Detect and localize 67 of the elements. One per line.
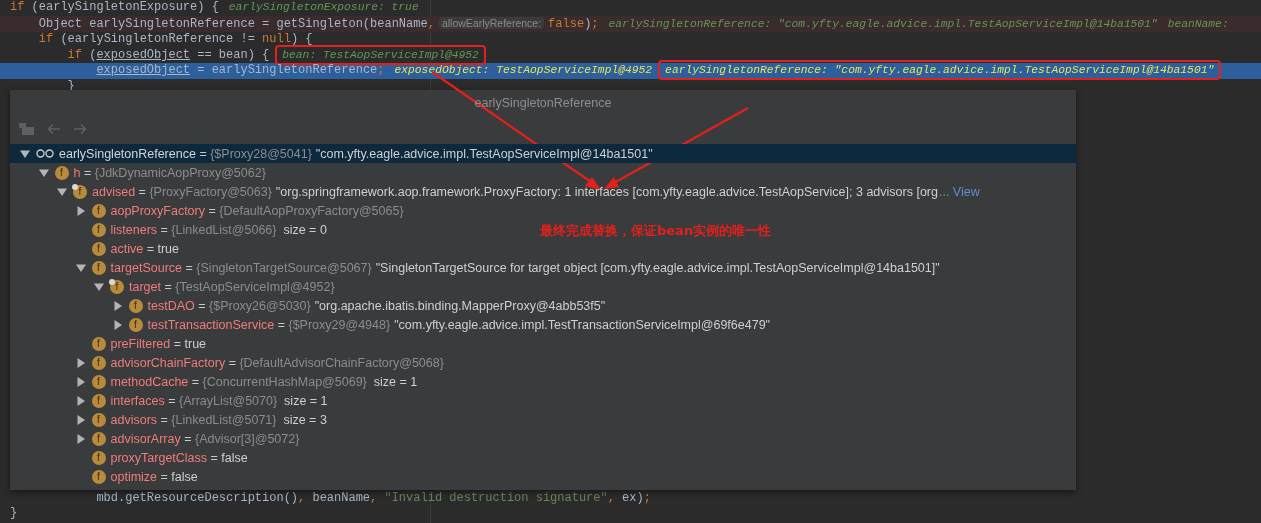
code-text: mbd.getResourceDescription(), beanName, "Invalid destruction signature", ex); [95,490,651,505]
variable-text: methodCache = {ConcurrentHashMap@5069} size = 1 [110,374,418,389]
field-icon: f [91,336,106,351]
variable-text: earlySingletonReference = {$Proxy28@5041} "com.yfty.eagle.advice.impl.TestAopServiceImpl@14ba1501" [59,146,653,161]
variable-text: advised = {ProxyFactory@5063} "org.springframework.aop.framework.ProxyFactory: 1 interfaces [com.yfty.eagle.advice.TestAopService]; 3 advisors [org [92,184,938,199]
variable-text: listeners = {LinkedList@5066} size = 0 [110,222,327,237]
selected-tree-row[interactable]: earlySingletonReference = {$Proxy28@5041} "com.yfty.eagle.advice.impl.TestAopServiceImpl@14ba1501" [10,144,1076,163]
annotation-note: 最终完成替换，保证bean实例的唯一性 [540,222,772,240]
value-hint: bean: TestAopServiceImpl@4952 [275,44,486,65]
value-hint: exposedObject: TestAopServiceImpl@4952 [394,64,653,77]
parameter-hint: allowEarlyReference: [438,16,545,29]
value-hint: earlySingletonExposure: true [228,1,419,13]
code-text: } [10,506,18,521]
field-icon: f [91,469,106,484]
field-icon: f [128,317,143,332]
variable-text: advisorArray = {Advisor[3]@5072} [110,431,300,446]
code-text: false); [548,16,599,31]
variable-text: interfaces = {ArrayList@5070} size = 1 [110,393,328,408]
field-icon: f [73,184,87,199]
field-icon: f [91,260,106,275]
field-icon: f [91,355,106,370]
caret-icon[interactable] [75,357,86,368]
field-icon: f [91,431,106,446]
caret-icon[interactable] [75,205,86,216]
variable-text: active = true [110,241,179,256]
field-icon: f [91,450,106,465]
variable-text: preFiltered = true [110,336,207,351]
field-icon: f [91,393,106,408]
caret-icon[interactable] [112,300,123,311]
field-icon: f [128,298,143,313]
variable-text: optimize = false [110,469,198,484]
variable-text: advisorChainFactory = {DefaultAdvisorChainFactory@5068} [110,355,444,370]
caret-icon[interactable] [75,376,86,387]
code-text: Object earlySingletonReference = getSingleton(beanName, [37,16,435,31]
caret-icon[interactable] [57,186,67,197]
variable-text: h = {JdkDynamicAopProxy@5062} [73,165,266,180]
glasses-icon [36,149,54,158]
variable-text: testDAO = {$Proxy26@5030} "org.apache.ibatis.binding.MapperProxy@4abb53f5" [147,298,606,313]
value-hint: earlySingletonReference: "com.yfty.eagle.advice.impl.TestAopServiceImpl@14ba1501" [658,60,1222,81]
variable-text: targetSource = {SingletonTargetSource@5067} "SingletonTargetSource for target object [com.yfty.eagle.advice.impl.TestAopServiceImpl@14ba1501]" [110,260,940,275]
variable-text: target = {TestAopServiceImpl@4952} [129,279,335,294]
caret-icon[interactable] [20,148,30,159]
variable-text: testTransactionService = {$Proxy29@4948} "com.yfty.eagle.advice.impl.TestTransactionServiceImpl@69f6e479" [147,317,771,332]
code-text: if (earlySingletonReference != null) { [37,32,313,47]
caret-icon[interactable] [75,395,86,406]
field-icon: f [91,203,106,218]
code-text: if (exposedObject == bean) { [66,47,270,62]
field-icon: f [91,374,106,389]
variable-text: aopProxyFactory = {DefaultAopProxyFactory@5065} [110,203,404,218]
variable-text: advisors = {LinkedList@5071} size = 3 [110,412,327,427]
caret-icon[interactable] [38,167,49,178]
popup-title: earlySingletonReference [474,96,612,110]
code-text: if (earlySingletonExposure) { [10,0,219,14]
caret-icon[interactable] [75,262,86,273]
value-hint: earlySingletonReference: "com.yfty.eagle.advice.impl.TestAopServiceImpl@14ba1501" [608,17,1158,30]
field-icon: f [54,165,69,180]
caret-icon[interactable] [112,319,123,330]
caret-icon[interactable] [75,433,86,444]
caret-icon[interactable] [94,281,104,292]
variable-text: proxyTargetClass = false [110,450,248,465]
field-icon: f [110,279,124,294]
field-icon: f [91,222,106,237]
field-icon: f [91,241,106,256]
value-hint: beanName: [1167,17,1229,30]
field-icon: f [91,412,106,427]
caret-icon[interactable] [75,414,86,425]
code-text: exposedObject = earlySingletonReference; [95,63,385,78]
